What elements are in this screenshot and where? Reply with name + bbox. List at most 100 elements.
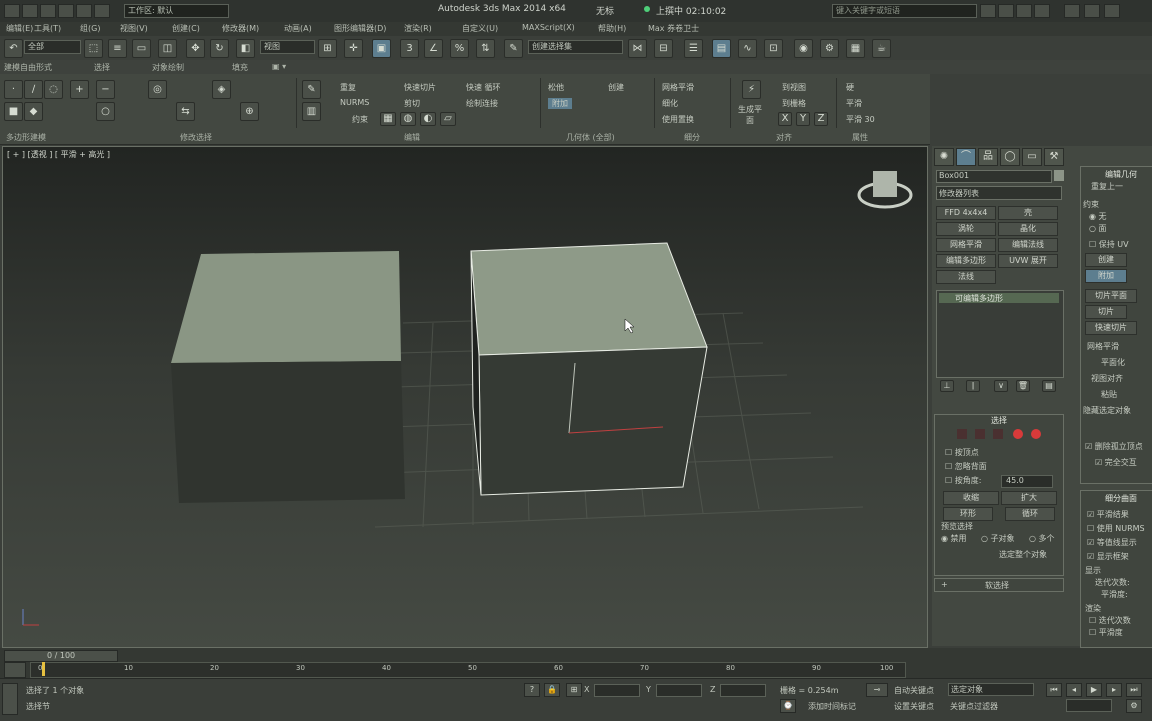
planarize-button[interactable]: 平面化 — [1101, 357, 1125, 368]
shrink-icon[interactable]: − — [96, 80, 115, 99]
undo-icon[interactable] — [22, 4, 38, 18]
soft-selection-rollout[interactable]: + 软选择 — [934, 578, 1064, 592]
rendered-frame-icon[interactable]: ▦ — [846, 39, 865, 58]
edit-geometry-title[interactable]: 编辑几何 — [1105, 169, 1137, 180]
modifier-list-label[interactable]: 修改器列表 — [939, 188, 979, 199]
hard-button[interactable]: 硬 — [846, 82, 854, 93]
make-unique-icon[interactable]: ∨ — [994, 380, 1008, 392]
mod-meshsmooth-button[interactable]: 网格平滑 — [936, 238, 996, 252]
pin-stack-icon[interactable]: ⊥ — [940, 380, 954, 392]
grow-button[interactable]: 扩大 — [1001, 491, 1057, 505]
view-align-button[interactable]: 视图对齐 — [1091, 373, 1123, 384]
constraint-normal-icon[interactable]: ▱ — [440, 112, 456, 126]
key-selection-dropdown[interactable]: 选定对象 — [948, 683, 1034, 696]
quickloop-button[interactable]: 快速 循环 — [466, 82, 501, 93]
remove-modifier-icon[interactable]: 🗑 — [1016, 380, 1030, 392]
mod-turbosmooth-button[interactable]: 涡轮 — [936, 222, 996, 236]
key-icon[interactable] — [998, 4, 1014, 18]
group-polymodeling[interactable]: 多边形建模 — [6, 132, 46, 143]
mod-editpoly-button[interactable]: 编辑多边形 — [936, 254, 996, 268]
align-icon[interactable]: ⊟ — [654, 39, 673, 58]
relax-button[interactable]: 松他 — [548, 82, 564, 93]
loop-button[interactable]: 循环 — [1005, 507, 1055, 521]
keyboard-shortcut-icon[interactable]: ▣ — [372, 39, 391, 58]
element-mode-icon[interactable] — [1031, 429, 1041, 439]
stack-item-label[interactable]: 可编辑多边形 — [955, 293, 1003, 304]
mod-lattice-button[interactable]: 晶化 — [998, 222, 1058, 236]
make-planar-icon[interactable]: ⚡ — [742, 80, 761, 99]
menu-help[interactable]: 帮助(H) — [598, 23, 626, 34]
material-editor-icon[interactable]: ◉ — [794, 39, 813, 58]
display-tab-icon[interactable]: ▭ — [1022, 148, 1042, 166]
element-icon[interactable]: ◆ — [24, 102, 43, 121]
spinner-snap-icon[interactable]: ⇅ — [476, 39, 495, 58]
cut-button[interactable]: 剪切 — [404, 98, 420, 109]
create-button[interactable]: 创建 — [608, 82, 624, 93]
angle-snap-icon[interactable]: ∠ — [424, 39, 443, 58]
save-icon[interactable] — [58, 4, 74, 18]
time-tag-icon[interactable]: ⌚ — [780, 699, 796, 713]
quickslice-button-right[interactable]: 快速切片 — [1085, 321, 1137, 335]
snap-icon[interactable]: 3 — [400, 39, 419, 58]
full-interact-checkbox[interactable]: ☑ 完全交互 — [1095, 457, 1137, 468]
menu-group[interactable]: 组(G) — [80, 23, 100, 34]
pivot-icon[interactable]: ⊞ — [318, 39, 337, 58]
repeat-last-button[interactable]: 重复上一 — [1091, 181, 1123, 192]
menu-rendering[interactable]: 渲染(R) — [404, 23, 432, 34]
slice-plane-button[interactable]: 切片平面 — [1085, 289, 1137, 303]
constraint-face-icon[interactable]: ◐ — [420, 112, 436, 126]
auto-key-button[interactable]: 自动关键点 — [894, 685, 934, 696]
current-frame-field[interactable] — [1066, 699, 1112, 712]
perspective-viewport[interactable]: [ + ] [透视 ] [ 平滑 + 高光 ] — [2, 146, 928, 648]
constraint-none-radio[interactable]: ◉ 无 — [1089, 211, 1107, 222]
edge-icon[interactable]: ∕ — [24, 80, 43, 99]
meshsmooth-button-right[interactable]: 网格平滑 — [1087, 341, 1119, 352]
meshsmooth-button[interactable]: 网格平滑 — [662, 82, 694, 93]
reference-coord-dropdown[interactable]: 视图 — [260, 40, 315, 54]
menu-edit[interactable]: 编辑(E) — [6, 23, 33, 34]
menu-create[interactable]: 创建(C) — [172, 23, 200, 34]
repeat-button[interactable]: 重复 — [340, 82, 356, 93]
paste-button[interactable]: 粘贴 — [1101, 389, 1117, 400]
graphite-toggle-icon[interactable]: ▤ — [712, 39, 731, 58]
rect-region-icon[interactable]: ▭ — [132, 39, 151, 58]
menu-plugin[interactable]: Max 券卷卫士 — [648, 23, 699, 34]
polygon-mode-icon[interactable] — [1013, 429, 1023, 439]
make-planar-button[interactable]: 生成平面 — [738, 104, 762, 126]
axis-x-button[interactable]: X — [778, 112, 792, 126]
maxscript-listener-icon[interactable] — [2, 683, 18, 715]
key-icon[interactable]: ⊸ — [866, 683, 888, 697]
to-grid-button[interactable]: 到栅格 — [782, 98, 806, 109]
loop-icon[interactable]: ○ — [96, 102, 115, 121]
star-icon[interactable] — [1016, 4, 1032, 18]
stack-item[interactable]: 可编辑多边形 — [939, 293, 1059, 303]
smooth30-button[interactable]: 平滑 30 — [846, 114, 875, 125]
to-view-button[interactable]: 到视图 — [782, 82, 806, 93]
attach-button[interactable]: 附加 — [548, 98, 572, 109]
by-vertex-checkbox[interactable]: ☐ 按顶点 — [945, 447, 979, 458]
smooth-button[interactable]: 平滑 — [846, 98, 862, 109]
set-key-button[interactable]: 设置关键点 — [894, 701, 934, 712]
rotate-icon[interactable]: ↻ — [210, 39, 229, 58]
render-iter-checkbox[interactable]: ☐ 迭代次数 — [1089, 615, 1131, 626]
constraint-none-icon[interactable]: ▦ — [380, 112, 396, 126]
undo-icon[interactable]: ↶ — [4, 39, 23, 58]
create-button[interactable]: 创建 — [1085, 253, 1127, 267]
workspace-dropdown[interactable]: 工作区: 默认 — [124, 4, 229, 18]
vertex-mode-icon[interactable] — [957, 429, 967, 439]
mod-editnormals-button[interactable]: 编辑法线 — [998, 238, 1058, 252]
slice-button[interactable]: 切片 — [1085, 305, 1127, 319]
motion-tab-icon[interactable]: ◯ — [1000, 148, 1020, 166]
render-setup-icon[interactable]: ⚙ — [820, 39, 839, 58]
select-by-name-icon[interactable]: ≡ — [108, 39, 127, 58]
subdivision-title[interactable]: 细分曲面 — [1105, 493, 1137, 504]
x-coord-field[interactable] — [594, 684, 640, 697]
group-geometry[interactable]: 几何体 (全部) — [566, 132, 615, 143]
mod-shell-button[interactable]: 壳 — [998, 206, 1058, 220]
time-slider-frame[interactable]: 0 / 100 — [47, 651, 75, 660]
show-cage-checkbox[interactable]: ☑ 显示框架 — [1087, 551, 1129, 562]
modifier-list-dropdown[interactable]: 修改器列表 — [936, 186, 1062, 200]
time-slider[interactable]: 0 / 100 — [4, 650, 118, 662]
lock-selection-icon[interactable]: 🔒 — [544, 683, 560, 697]
mod-uvw-button[interactable]: UVW 展开 — [998, 254, 1058, 268]
